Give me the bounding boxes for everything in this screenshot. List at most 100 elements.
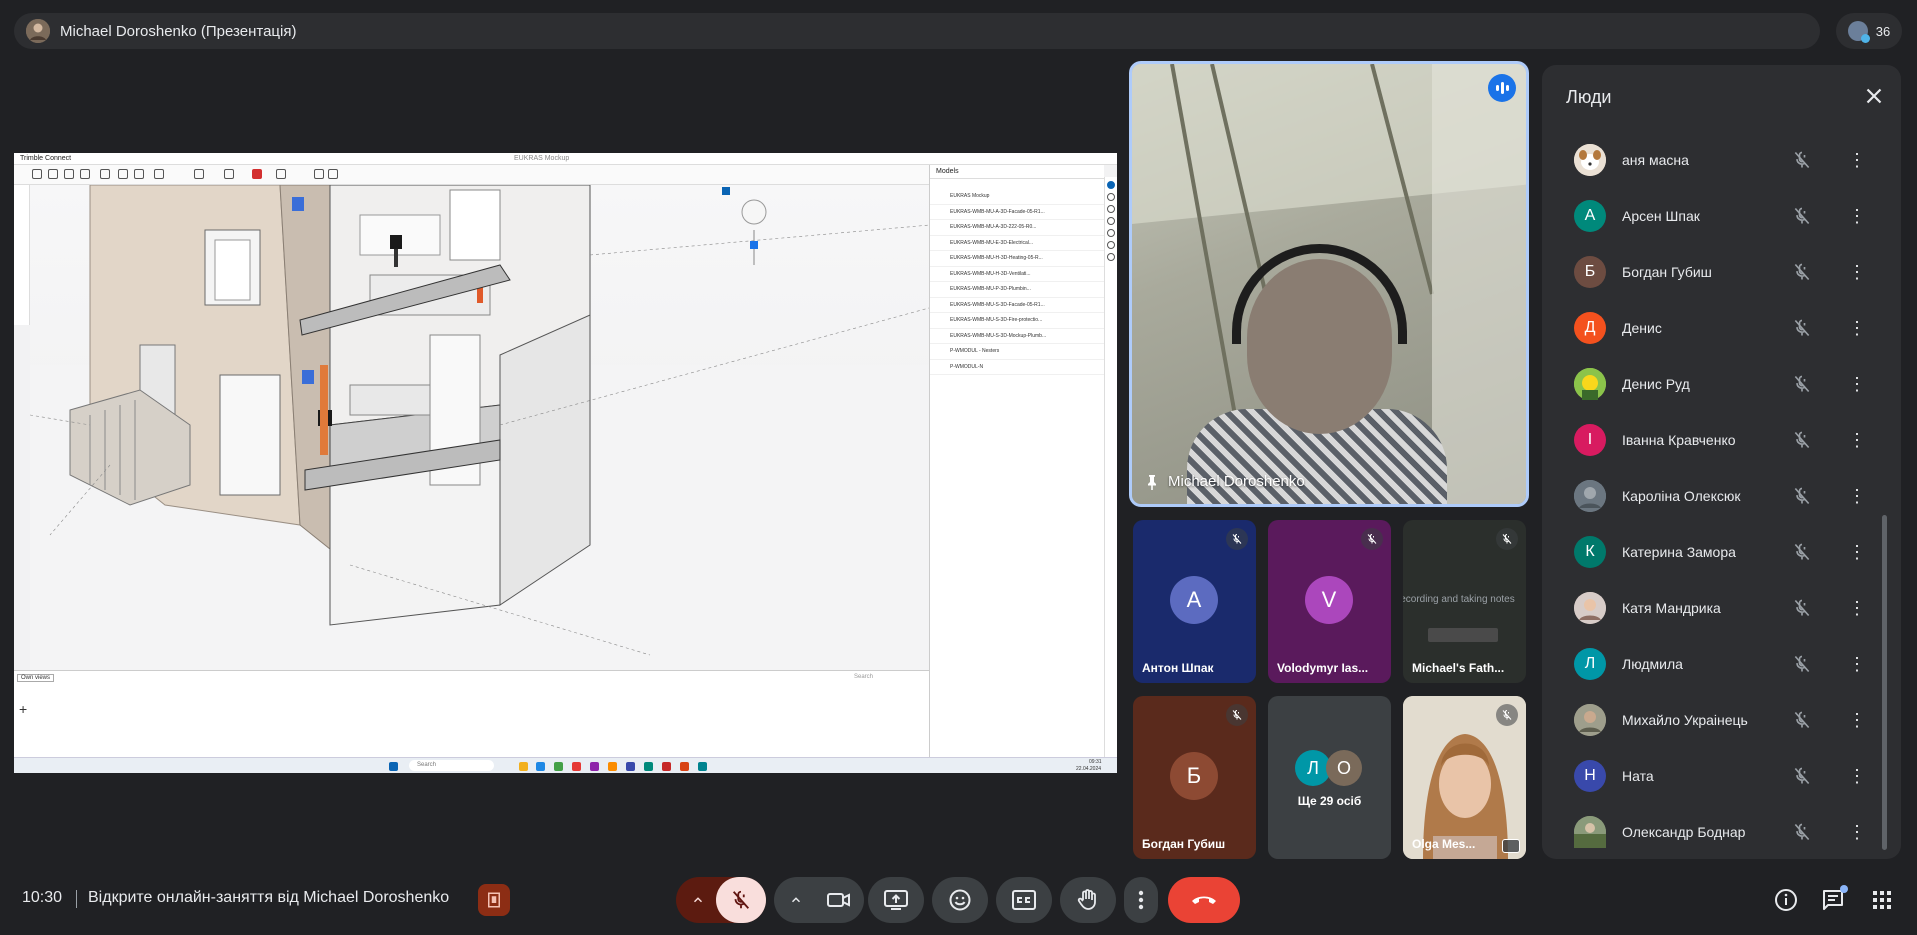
model-row: EUKRAS-WMB-MU-S-3D-Fire-protectio...	[930, 313, 1104, 329]
person-row[interactable]: І Іванна Кравченко ⋮	[1542, 412, 1901, 468]
info-icon	[1107, 181, 1115, 189]
person-name: аня масна	[1622, 152, 1689, 168]
more-options-icon[interactable]: ⋮	[1847, 766, 1867, 786]
person-row[interactable]: Д Денис ⋮	[1542, 300, 1901, 356]
person-row[interactable]: Н Ната ⋮	[1542, 748, 1901, 804]
person-avatar	[1574, 368, 1606, 400]
participant-name: Volodymyr Ias...	[1277, 661, 1369, 675]
chat-notification-dot	[1840, 885, 1848, 893]
person-avatar: Н	[1574, 760, 1606, 792]
person-row[interactable]: Денис Руд ⋮	[1542, 356, 1901, 412]
camera-options-chevron-icon[interactable]	[774, 877, 818, 923]
meeting-title: Відкрите онлайн-заняття від Michael Doro…	[88, 889, 450, 906]
pen-icon	[224, 169, 234, 179]
models-header: Models	[930, 165, 1104, 179]
mic-off-icon	[1792, 262, 1812, 282]
model-row: EUKRAS-WMB-MU-H-3D-Heating-05-R...	[930, 251, 1104, 267]
person-name: Людмила	[1622, 656, 1683, 672]
people-scrollbar[interactable]	[1882, 515, 1887, 850]
model-row: EUKRAS-WMB-MU-S-3D-Mockup-Plumb...	[930, 329, 1104, 344]
activities-button[interactable]	[1869, 887, 1895, 913]
app-icon	[536, 762, 545, 771]
mic-off-icon	[1792, 486, 1812, 506]
close-icon[interactable]	[1861, 83, 1887, 109]
person-name: Арсен Шпак	[1622, 208, 1700, 224]
more-options-icon[interactable]: ⋮	[1847, 150, 1867, 170]
recording-badge-icon[interactable]	[478, 884, 510, 916]
select-tool-icon	[32, 169, 42, 179]
person-row[interactable]: К Катерина Замора ⋮	[1542, 524, 1901, 580]
more-options-icon[interactable]: ⋮	[1847, 430, 1867, 450]
taskbar-search: Search	[409, 760, 494, 771]
app-icon	[662, 762, 671, 771]
participant-name: Антон Шпак	[1142, 661, 1214, 675]
participant-tile[interactable]: Olga Mes...	[1403, 696, 1526, 859]
presentation-title-bar[interactable]: Michael Doroshenko (Презентація)	[14, 13, 1820, 49]
more-options-icon[interactable]: ⋮	[1847, 542, 1867, 562]
person-name: Денис Руд	[1622, 376, 1690, 392]
divider	[76, 890, 77, 908]
person-avatar	[1574, 480, 1606, 512]
app-titlebar: Trimble Connect EUKRAS Mockup	[14, 153, 1117, 165]
views-search: Search	[854, 674, 874, 680]
main-speaker-tile[interactable]: Michael Doroshenko	[1129, 61, 1529, 507]
more-options-icon[interactable]: ⋮	[1847, 206, 1867, 226]
mic-toggle-button[interactable]	[716, 877, 766, 923]
mic-off-icon	[1792, 206, 1812, 226]
more-options-icon[interactable]: ⋮	[1847, 486, 1867, 506]
scissors-icon	[276, 169, 286, 179]
person-row[interactable]: Олександр Боднар ⋮	[1542, 804, 1901, 859]
app-icon	[572, 762, 581, 771]
participant-avatar: V	[1305, 576, 1353, 624]
person-row[interactable]: аня масна ⋮	[1542, 132, 1901, 188]
person-row[interactable]: Катя Мандрика ⋮	[1542, 580, 1901, 636]
color-swatch-icon	[252, 169, 262, 179]
more-options-button[interactable]	[1124, 877, 1158, 923]
meeting-info-button[interactable]	[1773, 887, 1799, 913]
person-name: Михайло Украінець	[1622, 712, 1748, 728]
person-row[interactable]: Л Людмила ⋮	[1542, 636, 1901, 692]
more-participants-tile[interactable]: Л О Ще 29 осіб	[1268, 696, 1391, 859]
person-avatar	[1574, 704, 1606, 736]
participant-count-button[interactable]: 36	[1836, 13, 1902, 49]
person-row[interactable]: Б Богдан Губиш ⋮	[1542, 244, 1901, 300]
person-row[interactable]: Кароліна Олексюк ⋮	[1542, 468, 1901, 524]
hand-icon	[1077, 889, 1096, 910]
camera-toggle-button[interactable]	[814, 877, 864, 923]
participant-count: 36	[1875, 23, 1891, 39]
measure-icon	[80, 169, 90, 179]
person-name: Олександр Боднар	[1622, 824, 1746, 840]
app-icon	[554, 762, 563, 771]
pip-icon[interactable]	[1502, 839, 1520, 853]
app-icon	[644, 762, 653, 771]
more-options-icon[interactable]: ⋮	[1847, 318, 1867, 338]
more-options-icon[interactable]: ⋮	[1847, 262, 1867, 282]
present-button[interactable]	[868, 877, 924, 923]
person-name: Катерина Замора	[1622, 544, 1736, 560]
participant-tile[interactable]: V Volodymyr Ias...	[1268, 520, 1391, 683]
participant-tile[interactable]: Б Богдан Губиш	[1133, 696, 1256, 859]
more-vert-icon	[1138, 890, 1144, 910]
model-row: EUKRAS-WMB-MU-P-3D-Plumbin...	[930, 282, 1104, 298]
mic-options-chevron-icon[interactable]	[676, 877, 720, 923]
participant-name: Michael's Fath...	[1412, 661, 1505, 675]
person-row[interactable]: Михайло Украінець ⋮	[1542, 692, 1901, 748]
leave-call-button[interactable]	[1168, 877, 1240, 923]
captions-button[interactable]	[996, 877, 1052, 923]
mic-off-icon	[1792, 654, 1812, 674]
person-row[interactable]: А Арсен Шпак ⋮	[1542, 188, 1901, 244]
participant-tile[interactable]: А Антон Шпак	[1133, 520, 1256, 683]
reactions-button[interactable]	[932, 877, 988, 923]
participant-tile[interactable]: Recording and taking notes Michael's Fat…	[1403, 520, 1526, 683]
raise-hand-button[interactable]	[1060, 877, 1116, 923]
more-options-icon[interactable]: ⋮	[1847, 598, 1867, 618]
building-model-render	[30, 185, 941, 656]
person-avatar	[1574, 592, 1606, 624]
more-options-icon[interactable]: ⋮	[1847, 374, 1867, 394]
app-icon	[590, 762, 599, 771]
model-row: EUKRAS-WMB-MU-E-3D-Electrical...	[930, 236, 1104, 251]
more-options-icon[interactable]: ⋮	[1847, 710, 1867, 730]
chat-button[interactable]	[1820, 885, 1848, 913]
more-options-icon[interactable]: ⋮	[1847, 654, 1867, 674]
more-options-icon[interactable]: ⋮	[1847, 822, 1867, 842]
